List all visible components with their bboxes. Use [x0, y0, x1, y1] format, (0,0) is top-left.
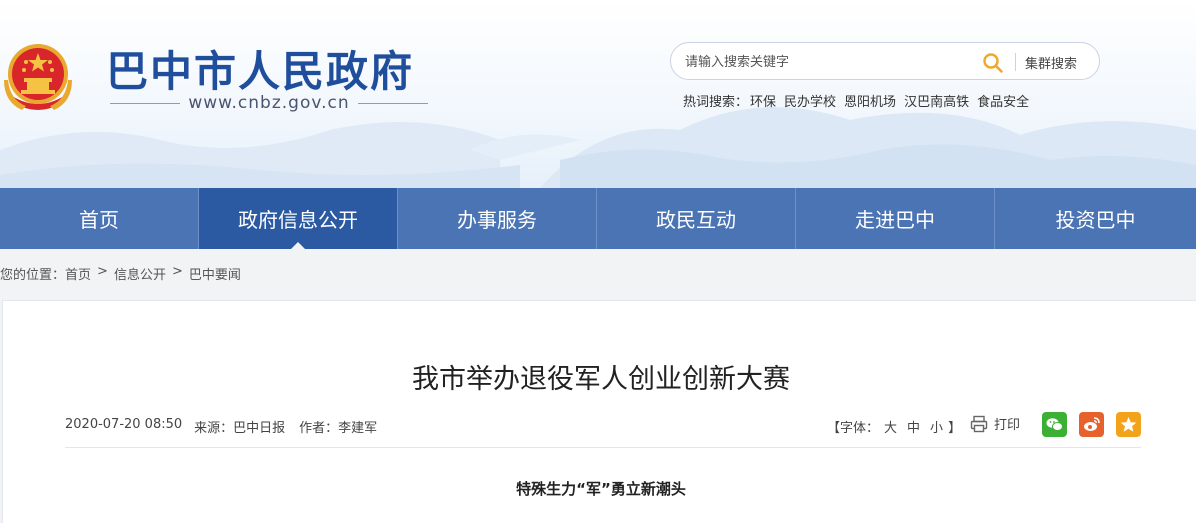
- nav-item-services[interactable]: 办事服务: [398, 188, 597, 249]
- nav-item-home[interactable]: 首页: [0, 188, 199, 249]
- hot-word-link[interactable]: 汉巴南高铁: [904, 91, 969, 110]
- url-left-rule: [110, 102, 181, 104]
- nav-item-about-bazhong[interactable]: 走进巴中: [796, 188, 995, 249]
- hot-words: 热词搜索： 环保 民办学校 恩阳机场 汉巴南高铁 食品安全: [683, 91, 1037, 110]
- site-url: www.cnbz.gov.cn: [188, 93, 350, 113]
- search-separator: [1015, 53, 1016, 71]
- hot-words-label: 热词搜索：: [683, 95, 749, 110]
- nav-item-gov-info[interactable]: 政府信息公开: [199, 188, 398, 249]
- site-header: 巴中市人民政府 www.cnbz.gov.cn 集群搜索 热词搜索： 环保 民办…: [0, 0, 1196, 188]
- meta-divider: [65, 447, 1141, 448]
- article-title: 我市举办退役军人创业创新大赛: [412, 364, 790, 395]
- hot-word-link[interactable]: 民办学校: [784, 91, 836, 110]
- search-icon[interactable]: [981, 51, 1005, 75]
- article-panel: 我市举办退役军人创业创新大赛 2020-07-20 08:50 来源：巴中日报 …: [2, 300, 1196, 523]
- publish-date: 2020-07-20 08:50: [65, 417, 183, 432]
- font-size-medium[interactable]: 中: [907, 417, 920, 436]
- article-meta: 2020-07-20 08:50 来源：巴中日报 作者：李建军: [65, 417, 391, 436]
- font-size-small[interactable]: 小: [930, 417, 943, 436]
- breadcrumb-separator: >: [97, 264, 108, 279]
- printer-icon: [970, 415, 988, 432]
- share-wechat-button[interactable]: [1042, 412, 1067, 437]
- font-size-suffix: 】: [948, 421, 962, 436]
- font-size-large[interactable]: 大: [884, 417, 897, 436]
- nav-item-invest-bazhong[interactable]: 投资巴中: [995, 188, 1196, 249]
- site-title[interactable]: 巴中市人民政府: [106, 38, 414, 99]
- hot-word-link[interactable]: 环保: [750, 91, 776, 110]
- print-label: 打印: [994, 418, 1021, 433]
- search-box: 集群搜索: [670, 42, 1100, 80]
- breadcrumb-prefix: 您的位置：: [0, 268, 66, 283]
- breadcrumb-bazhong-news[interactable]: 巴中要闻: [189, 264, 241, 283]
- hot-word-link[interactable]: 食品安全: [977, 91, 1029, 110]
- article-subtitle: 特殊生力“军”勇立新潮头: [516, 480, 686, 498]
- url-right-rule: [357, 102, 429, 104]
- print-button[interactable]: 打印: [970, 414, 1020, 433]
- breadcrumb: 您的位置： 首页 > 信息公开 > 巴中要闻: [0, 264, 241, 283]
- breadcrumb-separator: >: [171, 264, 183, 279]
- share-favorite-button[interactable]: [1116, 412, 1141, 437]
- nav-item-interaction[interactable]: 政民互动: [597, 188, 796, 249]
- national-emblem-icon: [4, 44, 72, 110]
- article-source: 来源：巴中日报: [194, 421, 286, 436]
- breadcrumb-home[interactable]: 首页: [65, 264, 91, 283]
- main-nav: 首页 政府信息公开 办事服务 政民互动 走进巴中 投资巴中: [0, 188, 1196, 249]
- hot-word-link[interactable]: 恩阳机场: [844, 91, 896, 110]
- site-url-row: www.cnbz.gov.cn: [110, 92, 429, 114]
- weibo-icon: [1084, 417, 1100, 431]
- breadcrumb-info-public[interactable]: 信息公开: [114, 264, 166, 283]
- share-weibo-button[interactable]: [1079, 412, 1104, 437]
- wechat-icon: [1046, 418, 1063, 431]
- font-size-prefix: 【字体：: [827, 421, 880, 436]
- cluster-search-button[interactable]: 集群搜索: [1025, 53, 1077, 72]
- star-icon: [1120, 417, 1137, 432]
- font-size-control: 【字体： 大 中 小 】: [827, 417, 961, 436]
- article-author: 作者：李建军: [299, 421, 378, 436]
- search-input[interactable]: [685, 52, 965, 72]
